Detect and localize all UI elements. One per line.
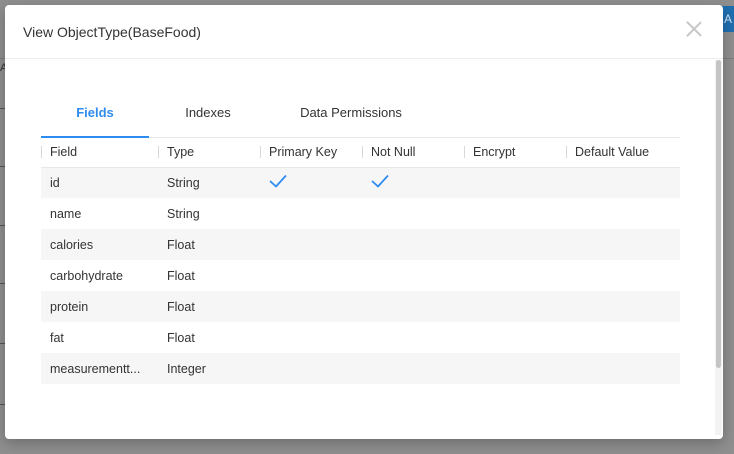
cell-type: Float <box>167 330 195 345</box>
tab-data-permissions[interactable]: Data Permissions <box>291 100 411 137</box>
cell-field: fat <box>50 330 64 345</box>
cell-default-value <box>566 322 680 353</box>
cell-default-value <box>566 198 680 229</box>
cell-primary-key <box>260 260 362 291</box>
cell-type: Float <box>167 268 195 283</box>
cell-field: measurementt... <box>41 353 158 384</box>
cell-primary-key <box>260 167 362 198</box>
column-header-default-value: Default Value <box>566 137 680 168</box>
table-row: fat Float <box>41 322 680 353</box>
cell-primary-key <box>260 198 362 229</box>
cell-default-value <box>566 229 680 260</box>
tab-bar: Fields Indexes Data Permissions <box>41 100 680 138</box>
table-row: carbohydrate Float <box>41 260 680 291</box>
modal-header: View ObjectType(BaseFood) <box>5 5 723 59</box>
cell-field: calories <box>41 229 158 260</box>
scrollbar[interactable] <box>715 60 722 435</box>
column-header-primary-key: Primary Key <box>260 137 362 168</box>
cell-not-null <box>362 229 464 260</box>
cell-default-value <box>566 353 680 384</box>
check-icon <box>269 174 287 188</box>
cell-field: name <box>50 206 82 221</box>
cell-type: Float <box>158 291 260 322</box>
cell-field: protein <box>41 291 158 322</box>
scrollbar-thumb[interactable] <box>716 60 721 368</box>
cell-encrypt <box>464 198 566 229</box>
cell-primary-key <box>260 291 362 322</box>
table-row: name String <box>41 198 680 229</box>
cell-field: id <box>41 167 158 198</box>
cell-encrypt <box>464 229 566 260</box>
check-icon <box>371 174 389 188</box>
cell-not-null <box>362 198 464 229</box>
cell-field: carbohydrate <box>50 268 123 283</box>
cell-encrypt <box>464 353 566 384</box>
cell-not-null <box>362 322 464 353</box>
column-header-encrypt: Encrypt <box>464 137 566 168</box>
cell-not-null <box>362 167 464 198</box>
column-header-not-null: Not Null <box>362 137 464 168</box>
table-header-row: Field Type Primary Key Not Null Encrypt … <box>41 137 680 168</box>
background-edge-button: A <box>722 6 734 32</box>
cell-not-null <box>362 353 464 384</box>
table-row: protein Float <box>41 291 680 322</box>
tab-indexes[interactable]: Indexes <box>169 100 247 137</box>
cell-type: Integer <box>158 353 260 384</box>
cell-encrypt <box>464 291 566 322</box>
cell-type: String <box>158 167 260 198</box>
modal-title: View ObjectType(BaseFood) <box>23 23 201 40</box>
cell-type: Float <box>158 229 260 260</box>
cell-default-value <box>566 167 680 198</box>
view-objecttype-modal: View ObjectType(BaseFood) Fields Indexes… <box>5 5 723 439</box>
cell-encrypt <box>464 260 566 291</box>
modal-body: Fields Indexes Data Permissions Field Ty… <box>5 60 715 439</box>
cell-default-value <box>566 291 680 322</box>
column-header-type: Type <box>158 137 260 168</box>
cell-encrypt <box>464 167 566 198</box>
column-header-field: Field <box>41 137 158 168</box>
cell-primary-key <box>260 353 362 384</box>
cell-encrypt <box>464 322 566 353</box>
cell-default-value <box>566 260 680 291</box>
cell-primary-key <box>260 322 362 353</box>
tab-fields[interactable]: Fields <box>41 100 149 138</box>
table-row: calories Float <box>41 229 680 260</box>
cell-type: String <box>167 206 200 221</box>
table-row: id String <box>41 167 680 198</box>
table-row: measurementt... Integer <box>41 353 680 384</box>
cell-not-null <box>362 291 464 322</box>
close-icon[interactable] <box>685 20 703 38</box>
fields-table: Field Type Primary Key Not Null Encrypt … <box>41 137 680 384</box>
cell-primary-key <box>260 229 362 260</box>
cell-not-null <box>362 260 464 291</box>
